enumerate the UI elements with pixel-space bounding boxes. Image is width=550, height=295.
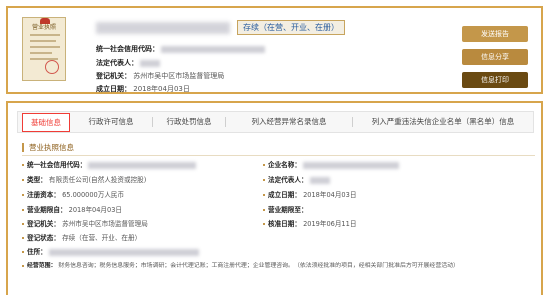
legal-rep-redacted	[309, 176, 330, 184]
field-approval-date: 核准日期： 2019年06月11日	[263, 220, 356, 229]
bullet-icon	[22, 164, 24, 166]
official-seal-icon	[45, 60, 59, 74]
field-label: 登记状态：	[27, 234, 60, 242]
registration-authority-value: 苏州市吴中区市场监督管理局	[133, 72, 225, 80]
field-label: 登记机关：	[27, 220, 60, 228]
section-title: 营业执照信息	[22, 143, 74, 152]
tab-admin-license[interactable]: 行政许可信息	[70, 112, 152, 132]
field-label: 经营范围：	[27, 263, 57, 269]
license-text-line	[30, 40, 56, 42]
credit-code-redacted	[161, 45, 266, 53]
establish-date-value: 2018年04月03日	[133, 85, 190, 93]
field-label: 营业期限至：	[268, 206, 308, 214]
field-label: 统一社会信用代码：	[27, 161, 87, 169]
field-registration-authority: 登记机关： 苏州市吴中区市场监督管理局	[22, 220, 148, 229]
tab-abnormal-operation[interactable]: 列入经营异常名录信息	[226, 112, 352, 132]
bullet-icon	[263, 223, 265, 225]
field-registered-capital: 注册资本： 65.000000万人民币	[22, 191, 124, 200]
field-value: 存续（在营、开业、在册）	[62, 234, 142, 242]
field-value: 2018年04月03日	[303, 191, 357, 199]
field-label: 成立日期：	[268, 191, 301, 199]
credit-code-redacted	[88, 161, 197, 169]
establish-date-label: 成立日期：	[96, 85, 131, 93]
bullet-icon	[22, 194, 24, 196]
field-value: 65.000000万人民币	[62, 191, 125, 199]
credit-code-label: 统一社会信用代码：	[96, 45, 159, 53]
field-value: 财务信息咨询；税务信息服务；市场调研；会计代理记账；工商注册代理；企业管理咨询。…	[58, 263, 459, 269]
bullet-icon	[22, 251, 24, 253]
field-value: 有限责任公司(自然人投资或控股)	[48, 176, 147, 184]
status-badge: 存续（在营、开业、在册）	[237, 20, 345, 35]
license-text-line	[30, 52, 52, 54]
field-label: 住所：	[27, 248, 47, 256]
legal-rep-label: 法定代表人：	[96, 59, 138, 67]
field-label: 法定代表人：	[268, 176, 308, 184]
section-divider	[22, 155, 535, 156]
field-registration-status: 登记状态： 存续（在营、开业、在册）	[22, 234, 141, 243]
legal-rep-row: 法定代表人：	[96, 58, 161, 68]
field-value: 2019年06月11日	[303, 220, 357, 228]
share-info-button[interactable]: 信息分享	[462, 49, 528, 65]
license-thumbnail-title: 营业执照	[31, 24, 56, 31]
bullet-icon	[22, 209, 24, 211]
field-company-type: 类型： 有限责任公司(自然人投资或控股)	[22, 176, 146, 185]
field-value: 2018年04月03日	[68, 206, 123, 214]
field-label: 注册资本：	[27, 191, 60, 199]
bullet-icon	[22, 237, 24, 239]
field-label: 营业期限自：	[27, 206, 67, 214]
bullet-icon	[22, 264, 24, 267]
registration-authority-row: 登记机关： 苏州市吴中区市场监督管理局	[96, 71, 224, 81]
field-label: 核准日期：	[268, 220, 301, 228]
company-detail-card: 基础信息 行政许可信息 行政处罚信息 列入经营异常名录信息 列入严重违法失信企业…	[6, 101, 543, 295]
tab-admin-penalty[interactable]: 行政处罚信息	[153, 112, 225, 132]
business-license-thumbnail[interactable]: 营业执照	[22, 17, 66, 81]
license-text-line	[30, 46, 60, 48]
legal-rep-redacted	[140, 59, 161, 67]
field-label: 企业名称：	[268, 161, 301, 169]
field-term-from: 营业期限自： 2018年04月03日	[22, 206, 122, 215]
field-value: 苏州市吴中区市场监督管理局	[62, 220, 148, 228]
establish-date-row: 成立日期： 2018年04月03日	[96, 84, 190, 94]
tab-basic-info[interactable]: 基础信息	[22, 113, 70, 132]
company-name-redacted	[96, 22, 230, 34]
field-term-to: 营业期限至：	[263, 206, 308, 215]
address-redacted	[48, 248, 199, 256]
bullet-icon	[22, 179, 24, 181]
info-tabs: 基础信息 行政许可信息 行政处罚信息 列入经营异常名录信息 列入严重违法失信企业…	[17, 111, 534, 133]
print-info-button[interactable]: 信息打印	[462, 72, 528, 88]
field-legal-representative: 法定代表人：	[263, 176, 330, 185]
bullet-icon	[22, 223, 24, 225]
field-credit-code: 统一社会信用代码：	[22, 161, 197, 170]
license-text-line	[30, 34, 60, 36]
field-business-scope: 经营范围： 财务信息咨询；税务信息服务；市场调研；会计代理记账；工商注册代理；企…	[22, 262, 459, 271]
registration-authority-label: 登记机关：	[96, 72, 131, 80]
field-establish-date: 成立日期： 2018年04月03日	[263, 191, 356, 200]
bullet-icon	[263, 179, 265, 181]
field-address: 住所：	[22, 248, 199, 257]
company-name-redacted	[303, 161, 400, 169]
bullet-icon	[263, 194, 265, 196]
bullet-icon	[263, 164, 265, 166]
tab-blacklist[interactable]: 列入严重违法失信企业名单（黑名单）信息	[353, 112, 533, 132]
company-summary-card: 营业执照 存续（在营、开业、在册） 统一社会信用代码： 法定代表人： 登记机关：…	[6, 6, 543, 94]
bullet-icon	[263, 209, 265, 211]
field-label: 类型：	[27, 176, 47, 184]
field-company-name: 企业名称：	[263, 161, 400, 170]
send-report-button[interactable]: 发送报告	[462, 26, 528, 42]
credit-code-row: 统一社会信用代码：	[96, 44, 266, 54]
